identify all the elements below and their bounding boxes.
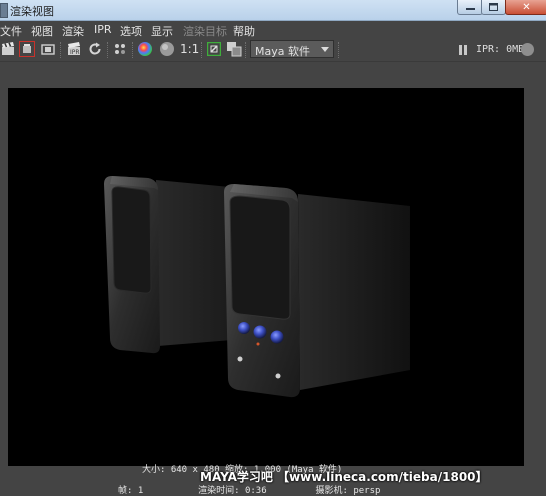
site-watermark: MAYA学习吧 【www.lineca.com/tieba/1800】 [200, 470, 488, 484]
toolbar-separator [201, 42, 204, 58]
right-speaker [224, 184, 410, 398]
keep-image-icon[interactable] [206, 41, 222, 57]
window-app-icon [0, 3, 8, 18]
size-label: 大小: [142, 465, 166, 475]
menu-help[interactable]: 帮助 [233, 23, 255, 39]
ipr-memory-label: IPR: 0MB [476, 44, 525, 55]
toolbar-separator [338, 42, 341, 58]
alpha-channel-icon[interactable] [159, 41, 175, 57]
toolbar-separator [60, 42, 63, 58]
menu-view[interactable]: 视图 [31, 23, 53, 39]
refresh-icon[interactable] [87, 41, 103, 57]
close-button[interactable]: ✕ [505, 0, 546, 15]
menu-display[interactable]: 显示 [151, 23, 173, 39]
remove-image-icon[interactable] [226, 41, 242, 57]
svg-text:IPR: IPR [70, 49, 80, 56]
rgb-channel-icon[interactable] [137, 41, 153, 57]
menu-render[interactable]: 渲染 [62, 23, 84, 39]
menu-ipr[interactable]: IPR [94, 23, 112, 36]
close-icon: ✕ [522, 1, 531, 13]
render-settings-icon[interactable] [112, 41, 128, 57]
volume-knob-left [238, 322, 250, 334]
pause-icon[interactable] [459, 45, 467, 55]
toolbar-separator [132, 42, 135, 58]
window-title: 渲染视图 [10, 5, 54, 18]
chevron-down-icon [321, 47, 329, 52]
render-image[interactable] [8, 88, 524, 466]
renderer-dropdown[interactable]: Maya 软件 [250, 40, 334, 58]
volume-knob-right [270, 330, 284, 344]
toolbar-separator [107, 42, 110, 58]
menu-options[interactable]: 选项 [120, 23, 142, 39]
ipr-render-icon[interactable]: IPR [66, 41, 82, 57]
window-title-bar[interactable]: 渲染视图 ✕ [0, 0, 546, 21]
volume-knob-middle [253, 325, 267, 339]
toolbar-separator [245, 42, 248, 58]
maximize-button[interactable] [481, 0, 506, 15]
speakers-render-image [104, 176, 410, 398]
maximize-icon [489, 3, 498, 11]
minimize-button[interactable] [457, 0, 483, 15]
render-region-icon[interactable] [19, 41, 35, 57]
ipr-status-icon[interactable] [521, 43, 534, 56]
menu-bar: 文件 视图 渲染 IPR 选项 显示 渲染目标 帮助 [0, 21, 546, 39]
minimize-icon [465, 4, 475, 10]
snapshot-icon[interactable] [40, 41, 56, 57]
clapperboard-icon[interactable] [0, 41, 16, 57]
jack-right [275, 373, 281, 379]
jack-left [237, 356, 243, 362]
real-size-label[interactable]: 1:1 [180, 42, 199, 56]
power-led [256, 342, 260, 346]
menu-render-target[interactable]: 渲染目标 [183, 23, 227, 39]
toolbar: IPR 1:1 Maya 软件 IPR: 0MB [0, 39, 546, 62]
renderer-selected: Maya 软件 [255, 45, 310, 58]
menu-file[interactable]: 文件 [0, 23, 22, 39]
